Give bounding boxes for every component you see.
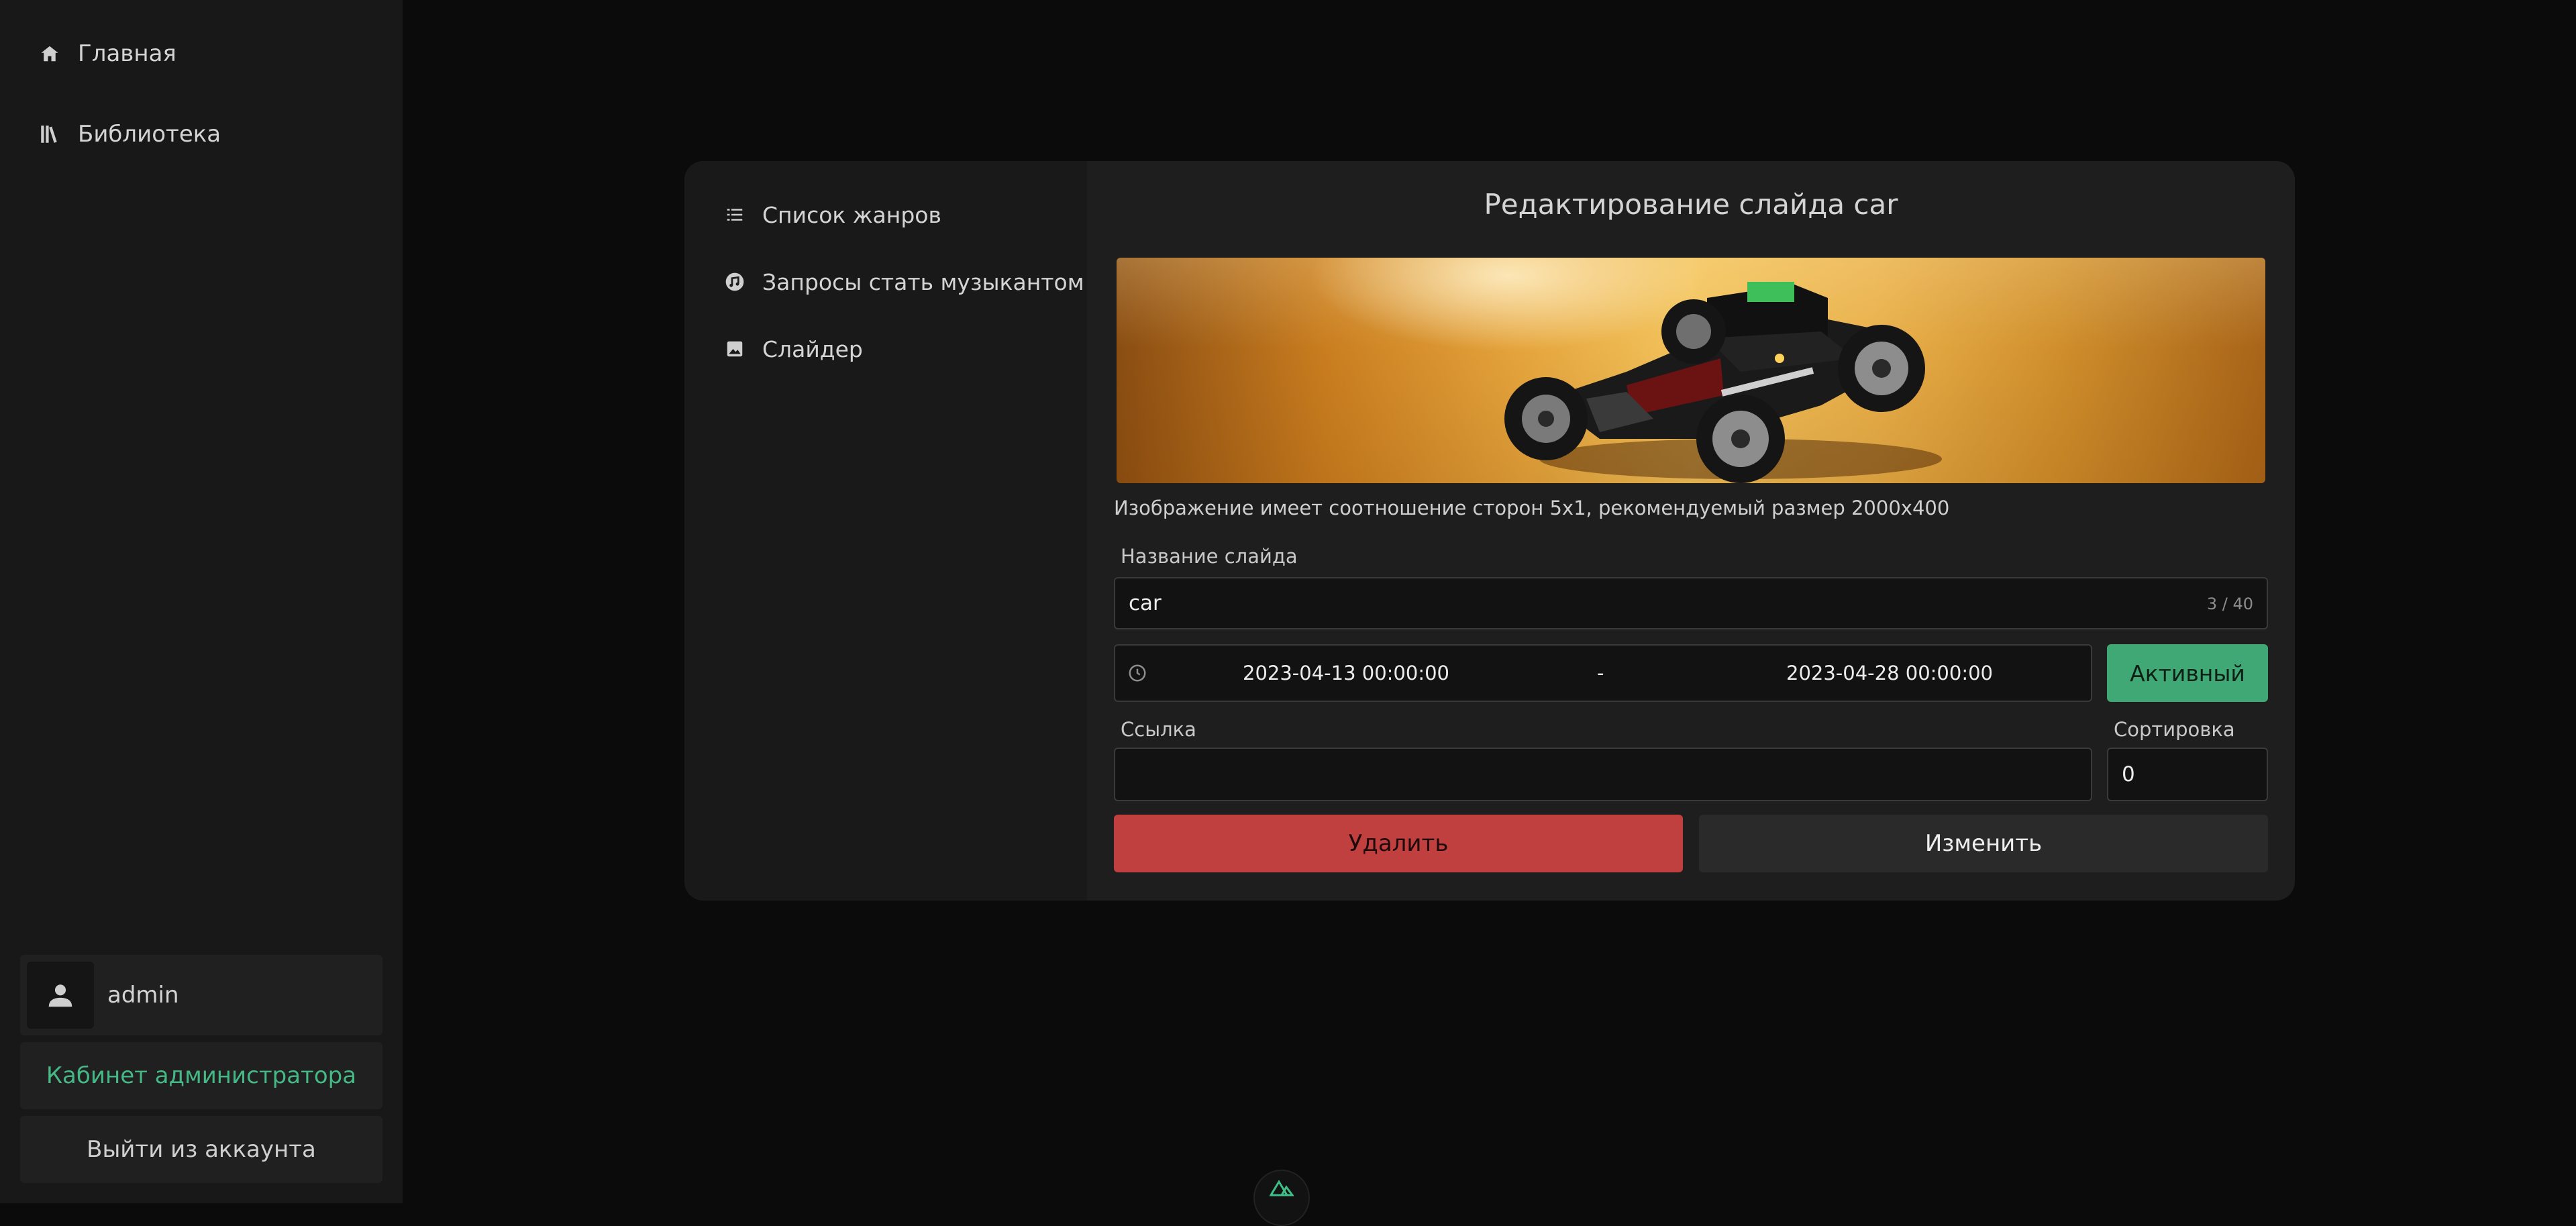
date-range-picker[interactable]: 2023-04-13 00:00:00 - 2023-04-28 00:00:0… <box>1114 644 2092 702</box>
app-sidebar: Главная Библиотека admin Кабинет админис… <box>0 0 403 1203</box>
avatar <box>27 962 94 1029</box>
sort-label: Сортировка <box>2114 718 2235 741</box>
date-separator: - <box>1597 662 1604 684</box>
music-request-icon <box>723 270 746 293</box>
char-counter: 3 / 40 <box>2206 595 2253 613</box>
menu-item-genres-label: Список жанров <box>762 201 941 228</box>
page-title: Редактирование слайда car <box>1484 188 1898 221</box>
nuxt-devtools-badge[interactable] <box>1253 1170 1310 1226</box>
change-button[interactable]: Изменить <box>1699 815 2268 872</box>
delete-button[interactable]: Удалить <box>1114 815 1683 872</box>
admin-menu: Список жанров Запросы стать музыкантом С… <box>684 161 1087 901</box>
sort-input[interactable]: 0 <box>2107 748 2268 801</box>
active-toggle-button[interactable]: Активный <box>2107 644 2268 702</box>
slide-editor: Редактирование слайда car Изображение им… <box>1114 161 2268 901</box>
link-input[interactable] <box>1114 748 2092 801</box>
slide-name-input[interactable]: car 3 / 40 <box>1114 577 2268 629</box>
menu-item-musician-requests[interactable]: Запросы стать музыкантом <box>723 262 1084 302</box>
rc-car-image <box>1504 282 1942 483</box>
menu-item-slider[interactable]: Слайдер <box>723 329 863 369</box>
username: admin <box>107 982 179 1009</box>
user-card[interactable]: admin <box>20 955 382 1035</box>
menu-item-slider-label: Слайдер <box>762 336 863 362</box>
date-end[interactable]: 2023-04-28 00:00:00 <box>1786 662 1993 684</box>
list-icon <box>723 203 746 226</box>
menu-item-genres[interactable]: Список жанров <box>723 195 941 235</box>
logout-button[interactable]: Выйти из аккаунта <box>20 1116 382 1183</box>
link-label: Ссылка <box>1121 718 1196 741</box>
nuxt-logo-icon <box>1270 1180 1294 1196</box>
date-start[interactable]: 2023-04-13 00:00:00 <box>1243 662 1449 684</box>
sort-value: 0 <box>2122 762 2135 786</box>
admin-panel: Список жанров Запросы стать музыкантом С… <box>684 161 2295 901</box>
slide-name-value: car <box>1129 591 1162 615</box>
image-hint: Изображение имеет соотношение сторон 5x1… <box>1114 497 1950 519</box>
slide-name-label: Название слайда <box>1121 545 1298 568</box>
clock-icon <box>1129 664 1146 682</box>
nav-item-home[interactable]: Главная <box>38 34 176 74</box>
nav-item-home-label: Главная <box>78 40 176 67</box>
library-icon <box>38 122 62 146</box>
image-icon <box>723 338 746 360</box>
nav-item-library[interactable]: Библиотека <box>38 114 221 154</box>
menu-item-musician-requests-label: Запросы стать музыкантом <box>762 268 1084 295</box>
user-icon <box>48 984 72 1007</box>
slide-image-preview[interactable] <box>1117 258 2265 483</box>
nav-item-library-label: Библиотека <box>78 121 221 148</box>
home-icon <box>38 42 62 66</box>
admin-cabinet-button[interactable]: Кабинет администратора <box>20 1042 382 1109</box>
